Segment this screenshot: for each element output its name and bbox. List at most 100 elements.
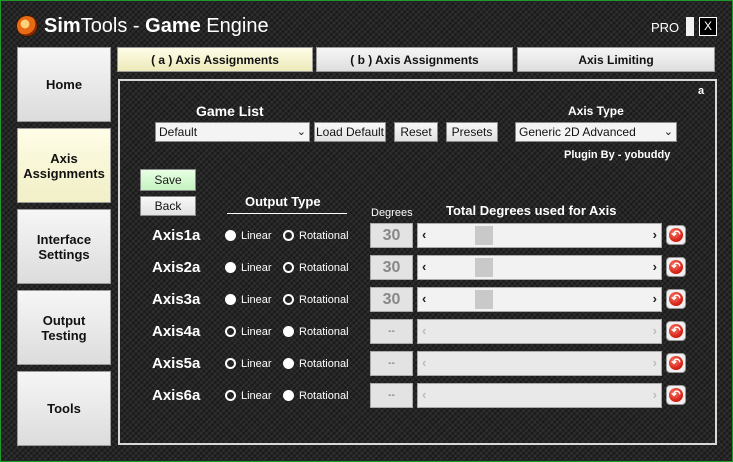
slider-thumb[interactable] xyxy=(475,226,494,245)
axis-name: Axis6a xyxy=(152,387,201,404)
chevron-right-icon[interactable]: › xyxy=(653,259,657,274)
close-button[interactable]: X xyxy=(699,17,717,36)
degrees-label: Degrees xyxy=(371,207,413,219)
chevron-left-icon[interactable]: ‹ xyxy=(422,227,426,242)
slider-thumb[interactable] xyxy=(475,290,494,309)
output-type-label: Output Type xyxy=(245,194,321,209)
chevron-down-icon: ⌄ xyxy=(663,126,673,138)
chevron-left-icon[interactable]: ‹ xyxy=(422,323,426,338)
chevron-right-icon[interactable]: › xyxy=(653,291,657,306)
axis-type-select[interactable]: Generic 2D Advanced ⌄ xyxy=(515,122,677,142)
degrees-slider[interactable]: ‹ › xyxy=(417,287,662,312)
slider-thumb[interactable] xyxy=(475,258,494,277)
output-type-underline xyxy=(227,213,347,214)
degrees-value: -- xyxy=(370,351,413,376)
chevron-right-icon[interactable]: › xyxy=(653,355,657,370)
linear-label: Linear xyxy=(241,294,272,306)
tab-label: Axis Limiting xyxy=(578,52,654,67)
sidebar-item-label: Home xyxy=(45,77,83,92)
linear-radio[interactable] xyxy=(225,326,236,337)
degrees-slider[interactable]: ‹ › xyxy=(417,383,662,408)
linear-radio[interactable] xyxy=(225,230,236,241)
linear-label: Linear xyxy=(241,230,272,242)
reset-axis-icon[interactable] xyxy=(666,385,686,405)
degrees-value: 30 xyxy=(370,255,413,280)
presets-button[interactable]: Presets xyxy=(446,122,498,142)
total-degrees-label: Total Degrees used for Axis xyxy=(446,203,617,218)
tab-axis-limiting[interactable]: Axis Limiting xyxy=(517,47,715,72)
linear-label: Linear xyxy=(241,326,272,338)
axis-row-axis1a: Axis1a Linear Rotational 30 ‹ › xyxy=(1,223,733,249)
game-list-label: Game List xyxy=(196,103,264,119)
tab-a-axis-assignments[interactable]: ( a ) Axis Assignments xyxy=(117,47,313,72)
rotational-radio[interactable] xyxy=(283,358,294,369)
chevron-down-icon: ⌄ xyxy=(296,126,306,138)
load-default-button[interactable]: Load Default xyxy=(314,122,386,142)
app-logo-icon xyxy=(17,16,37,36)
pro-toggle[interactable] xyxy=(686,17,694,36)
axis-type-value: Generic 2D Advanced xyxy=(519,125,636,139)
chevron-left-icon[interactable]: ‹ xyxy=(422,355,426,370)
degrees-value: -- xyxy=(370,383,413,408)
main-window: SimTools - Game Engine PRO X Home Axis A… xyxy=(0,0,733,462)
title-bold: Game xyxy=(145,15,201,37)
rotational-radio[interactable] xyxy=(283,326,294,337)
chevron-right-icon[interactable]: › xyxy=(653,323,657,338)
chevron-left-icon[interactable]: ‹ xyxy=(422,259,426,274)
sidebar-item-label: Axis Assignments xyxy=(23,150,105,181)
rotational-label: Rotational xyxy=(299,262,349,274)
back-button[interactable]: Back xyxy=(140,196,196,216)
reset-axis-icon[interactable] xyxy=(666,257,686,277)
reset-axis-icon[interactable] xyxy=(666,225,686,245)
axis-name: Axis5a xyxy=(152,355,201,372)
plugin-by-label: Plugin By - yobuddy xyxy=(564,149,671,161)
axis-name: Axis3a xyxy=(152,291,201,308)
rotational-radio[interactable] xyxy=(283,230,294,241)
linear-label: Linear xyxy=(241,390,272,402)
axis-name: Axis1a xyxy=(152,227,201,244)
degrees-value: -- xyxy=(370,319,413,344)
linear-label: Linear xyxy=(241,358,272,370)
rotational-radio[interactable] xyxy=(283,262,294,273)
degrees-value: 30 xyxy=(370,223,413,248)
rotational-radio[interactable] xyxy=(283,390,294,401)
reset-axis-icon[interactable] xyxy=(666,289,686,309)
game-list-select[interactable]: Default ⌄ xyxy=(155,122,310,142)
axis-row-axis3a: Axis3a Linear Rotational 30 ‹ › xyxy=(1,287,733,313)
chevron-left-icon[interactable]: ‹ xyxy=(422,387,426,402)
app-title: SimTools - Game Engine xyxy=(44,15,269,38)
axis-row-axis4a: Axis4a Linear Rotational -- ‹ › xyxy=(1,319,733,345)
tab-b-axis-assignments[interactable]: ( b ) Axis Assignments xyxy=(316,47,513,72)
chevron-right-icon[interactable]: › xyxy=(653,227,657,242)
title-prefix: Sim xyxy=(44,15,81,37)
degrees-slider[interactable]: ‹ › xyxy=(417,319,662,344)
pro-label: PRO xyxy=(651,20,680,35)
linear-label: Linear xyxy=(241,262,272,274)
sidebar-item-home[interactable]: Home xyxy=(17,47,111,122)
game-list-value: Default xyxy=(159,125,198,139)
reset-axis-icon[interactable] xyxy=(666,353,686,373)
rotational-radio[interactable] xyxy=(283,294,294,305)
tab-label: ( a ) Axis Assignments xyxy=(151,52,279,67)
linear-radio[interactable] xyxy=(225,390,236,401)
reset-axis-icon[interactable] xyxy=(666,321,686,341)
linear-radio[interactable] xyxy=(225,262,236,273)
degrees-slider[interactable]: ‹ › xyxy=(417,351,662,376)
reset-button[interactable]: Reset xyxy=(394,122,438,142)
axis-name: Axis2a xyxy=(152,259,201,276)
tab-label: ( b ) Axis Assignments xyxy=(350,52,479,67)
degrees-slider[interactable]: ‹ › xyxy=(417,255,662,280)
save-button[interactable]: Save xyxy=(140,169,196,191)
linear-radio[interactable] xyxy=(225,358,236,369)
linear-radio[interactable] xyxy=(225,294,236,305)
chevron-right-icon[interactable]: › xyxy=(653,387,657,402)
degrees-slider[interactable]: ‹ › xyxy=(417,223,662,248)
rotational-label: Rotational xyxy=(299,294,349,306)
axis-row-axis6a: Axis6a Linear Rotational -- ‹ › xyxy=(1,383,733,409)
chevron-left-icon[interactable]: ‹ xyxy=(422,291,426,306)
axis-type-label: Axis Type xyxy=(568,104,624,118)
sidebar-item-axis-assignments[interactable]: Axis Assignments xyxy=(17,128,111,203)
rotational-label: Rotational xyxy=(299,358,349,370)
axis-name: Axis4a xyxy=(152,323,201,340)
corner-label: a xyxy=(698,85,705,97)
